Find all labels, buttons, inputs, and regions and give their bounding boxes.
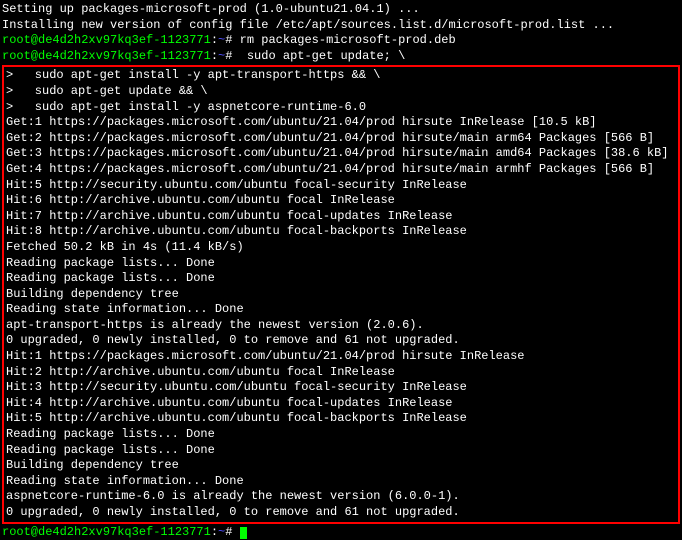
output-line: Building dependency tree xyxy=(6,287,676,303)
output-line: Hit:6 http://archive.ubuntu.com/ubuntu f… xyxy=(6,193,676,209)
output-line: Get:3 https://packages.microsoft.com/ubu… xyxy=(6,146,676,162)
output-line: Installing new version of config file /e… xyxy=(2,18,680,34)
output-line: Hit:8 http://archive.ubuntu.com/ubuntu f… xyxy=(6,224,676,240)
output-line: Hit:7 http://archive.ubuntu.com/ubuntu f… xyxy=(6,209,676,225)
output-line: Reading package lists... Done xyxy=(6,256,676,272)
output-line: 0 upgraded, 0 newly installed, 0 to remo… xyxy=(6,505,676,521)
command-text xyxy=(232,525,239,539)
highlighted-output-box: > sudo apt-get install -y apt-transport-… xyxy=(2,65,680,523)
output-line: Reading package lists... Done xyxy=(6,271,676,287)
output-line: 0 upgraded, 0 newly installed, 0 to remo… xyxy=(6,333,676,349)
prompt-line: root@de4d2h2xv97kq3ef-1123771:~# sudo ap… xyxy=(2,49,680,65)
terminal-output[interactable]: Setting up packages-microsoft-prod (1.0-… xyxy=(2,2,680,540)
output-line: Hit:5 http://security.ubuntu.com/ubuntu … xyxy=(6,178,676,194)
output-line: Get:2 https://packages.microsoft.com/ubu… xyxy=(6,131,676,147)
output-line: Setting up packages-microsoft-prod (1.0-… xyxy=(2,2,680,18)
output-line: Reading package lists... Done xyxy=(6,427,676,443)
output-line: Building dependency tree xyxy=(6,458,676,474)
prompt-colon: : xyxy=(211,49,218,63)
output-line: Reading state information... Done xyxy=(6,302,676,318)
output-line: Reading state information... Done xyxy=(6,474,676,490)
prompt-user-host: root@de4d2h2xv97kq3ef-1123771 xyxy=(2,525,211,539)
prompt-user-host: root@de4d2h2xv97kq3ef-1123771 xyxy=(2,33,211,47)
output-line: Reading package lists... Done xyxy=(6,443,676,459)
output-line: > sudo apt-get update && \ xyxy=(6,84,676,100)
output-line: Hit:1 https://packages.microsoft.com/ubu… xyxy=(6,349,676,365)
output-line: Get:1 https://packages.microsoft.com/ubu… xyxy=(6,115,676,131)
output-line: aspnetcore-runtime-6.0 is already the ne… xyxy=(6,489,676,505)
output-line: apt-transport-https is already the newes… xyxy=(6,318,676,334)
output-line: Get:4 https://packages.microsoft.com/ubu… xyxy=(6,162,676,178)
prompt-line[interactable]: root@de4d2h2xv97kq3ef-1123771:~# xyxy=(2,525,680,540)
prompt-colon: : xyxy=(211,525,218,539)
prompt-user-host: root@de4d2h2xv97kq3ef-1123771 xyxy=(2,49,211,63)
output-line: Hit:2 http://archive.ubuntu.com/ubuntu f… xyxy=(6,365,676,381)
prompt-colon: : xyxy=(211,33,218,47)
prompt-line: root@de4d2h2xv97kq3ef-1123771:~# rm pack… xyxy=(2,33,680,49)
command-text: rm packages-microsoft-prod.deb xyxy=(232,33,455,47)
output-line: > sudo apt-get install -y apt-transport-… xyxy=(6,68,676,84)
cursor-icon xyxy=(240,527,247,539)
output-line: > sudo apt-get install -y aspnetcore-run… xyxy=(6,100,676,116)
output-line: Fetched 50.2 kB in 4s (11.4 kB/s) xyxy=(6,240,676,256)
output-line: Hit:5 http://archive.ubuntu.com/ubuntu f… xyxy=(6,411,676,427)
command-text: sudo apt-get update; \ xyxy=(232,49,405,63)
output-line: Hit:3 http://security.ubuntu.com/ubuntu … xyxy=(6,380,676,396)
output-line: Hit:4 http://archive.ubuntu.com/ubuntu f… xyxy=(6,396,676,412)
